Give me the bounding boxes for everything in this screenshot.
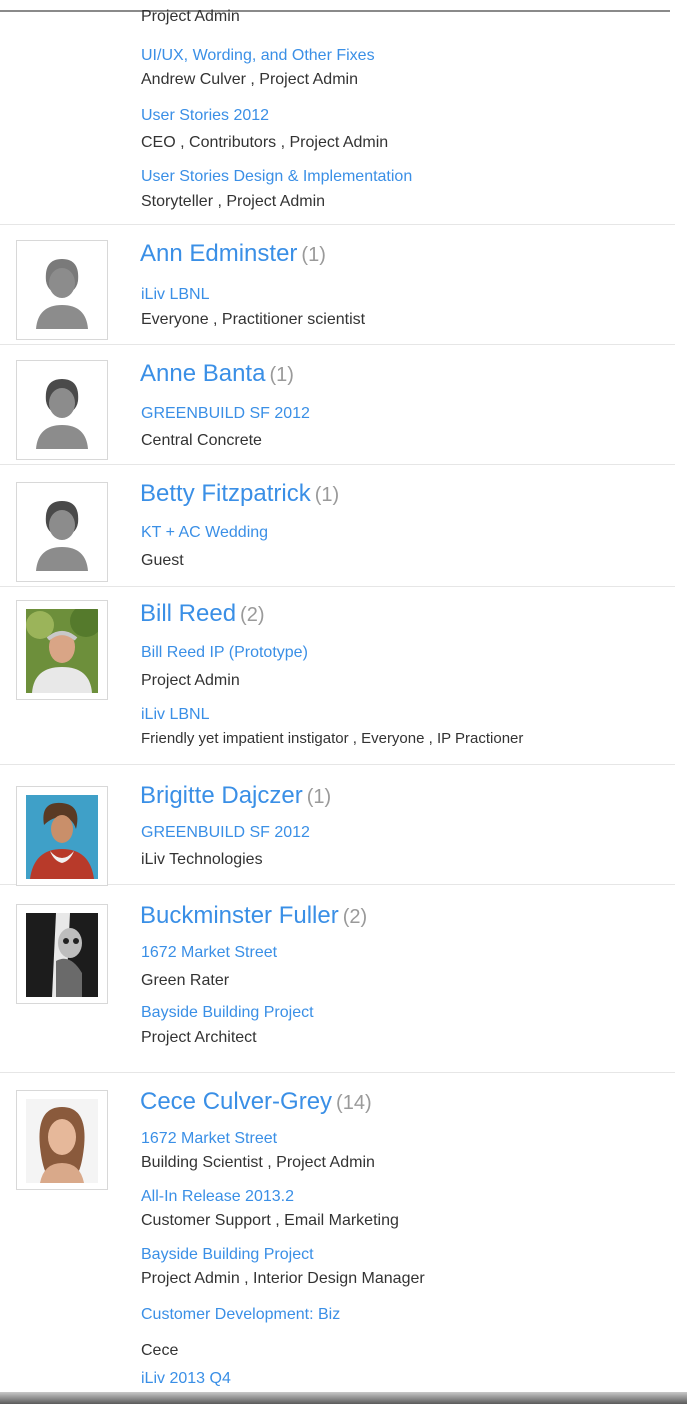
project-link[interactable]: Bill Reed IP (Prototype) bbox=[141, 644, 308, 662]
avatar[interactable] bbox=[16, 482, 108, 582]
photo-woman-portrait bbox=[26, 1099, 98, 1183]
person-name-link[interactable]: Ann Edminster (1) bbox=[140, 240, 326, 268]
photo-black-white-portrait bbox=[26, 913, 98, 997]
avatar[interactable] bbox=[16, 1090, 108, 1190]
role-text: Project Architect bbox=[141, 1029, 257, 1046]
person-entry: Betty Fitzpatrick (1) KT + AC Wedding Gue… bbox=[0, 472, 675, 587]
project-link[interactable]: 1672 Market Street bbox=[141, 1130, 277, 1148]
person-name: Cece Culver-Grey bbox=[140, 1088, 333, 1115]
person-name: Ann Edminster bbox=[140, 240, 298, 267]
role-text: Cece bbox=[141, 1342, 179, 1359]
project-link[interactable]: GREENBUILD SF 2012 bbox=[141, 824, 310, 842]
role-text: Central Concrete bbox=[141, 432, 262, 449]
person-name: Buckminster Fuller bbox=[140, 902, 339, 929]
avatar[interactable] bbox=[16, 600, 108, 700]
project-link[interactable]: GREENBUILD SF 2012 bbox=[141, 405, 310, 423]
avatar[interactable] bbox=[16, 240, 108, 340]
placeholder-avatar-icon bbox=[36, 379, 88, 449]
role-text: Green Rater bbox=[141, 972, 230, 989]
photo-man-outdoors bbox=[26, 609, 98, 693]
project-link[interactable]: 1672 Market Street bbox=[141, 944, 277, 962]
person-entry: Brigitte Dajczer (1) GREENBUILD SF 2012 i… bbox=[0, 774, 675, 886]
person-name: Betty Fitzpatrick bbox=[140, 480, 311, 507]
project-link[interactable]: iLiv LBNL bbox=[141, 286, 209, 304]
role-text: Customer Support , Email Marketing bbox=[141, 1212, 399, 1229]
membership-count: (1) bbox=[306, 786, 332, 808]
membership-count: (2) bbox=[240, 604, 265, 626]
person-name: Brigitte Dajczer bbox=[140, 782, 303, 809]
role-text: Building Scientist , Project Admin bbox=[141, 1154, 375, 1171]
person-name-link[interactable]: Brigitte Dajczer (1) bbox=[140, 782, 331, 810]
project-link[interactable]: All-In Release 2013.2 bbox=[141, 1188, 294, 1206]
project-link[interactable]: Customer Development: Biz bbox=[141, 1306, 340, 1324]
screen-bottom-edge bbox=[0, 1392, 687, 1404]
role-text: Friendly yet impatient instigator , Ever… bbox=[141, 730, 524, 747]
person-entry: Anne Banta (1) GREENBUILD SF 2012 Central… bbox=[0, 352, 675, 465]
role-text: Project Admin bbox=[141, 672, 240, 689]
person-name-link[interactable]: Bill Reed (2) bbox=[140, 600, 265, 628]
people-list-page: Project Admin UI/UX, Wording, and Other … bbox=[0, 0, 687, 1404]
person-name: Bill Reed bbox=[140, 600, 237, 627]
placeholder-avatar-icon bbox=[36, 259, 88, 329]
entry-divider bbox=[0, 0, 675, 225]
membership-count: (14) bbox=[336, 1092, 372, 1114]
project-link[interactable]: iLiv LBNL bbox=[141, 706, 209, 724]
person-entry: Buckminster Fuller (2) 1672 Market Street… bbox=[0, 892, 675, 1073]
project-link[interactable]: Bayside Building Project bbox=[141, 1004, 314, 1022]
person-name-link[interactable]: Cece Culver-Grey (14) bbox=[140, 1088, 372, 1116]
role-text: iLiv Technologies bbox=[141, 851, 263, 868]
role-text: Guest bbox=[141, 552, 184, 569]
avatar[interactable] bbox=[16, 904, 108, 1004]
membership-count: (2) bbox=[342, 906, 368, 928]
avatar[interactable] bbox=[16, 360, 108, 460]
person-name: Anne Banta bbox=[140, 360, 266, 387]
membership-count: (1) bbox=[269, 364, 294, 386]
person-entry: Bill Reed (2) Bill Reed IP (Prototype) Pr… bbox=[0, 594, 675, 765]
photo-woman-blue-bg bbox=[26, 795, 98, 879]
project-link[interactable]: iLiv 2013 Q4 bbox=[141, 1370, 231, 1388]
membership-count: (1) bbox=[314, 484, 340, 506]
avatar[interactable] bbox=[16, 786, 108, 886]
role-text: Project Admin , Interior Design Manager bbox=[141, 1270, 425, 1287]
person-entry: Cece Culver-Grey (14) 1672 Market Street … bbox=[0, 1082, 675, 1392]
membership-count: (1) bbox=[301, 244, 326, 266]
person-name-link[interactable]: Anne Banta (1) bbox=[140, 360, 294, 388]
person-name-link[interactable]: Betty Fitzpatrick (1) bbox=[140, 480, 339, 508]
person-name-link[interactable]: Buckminster Fuller (2) bbox=[140, 902, 367, 930]
placeholder-avatar-icon bbox=[36, 501, 88, 571]
person-entry: Ann Edminster (1) iLiv LBNL Everyone , Pr… bbox=[0, 232, 675, 345]
project-link[interactable]: Bayside Building Project bbox=[141, 1246, 314, 1264]
project-link[interactable]: KT + AC Wedding bbox=[141, 524, 268, 542]
role-text: Everyone , Practitioner scientist bbox=[141, 311, 366, 328]
